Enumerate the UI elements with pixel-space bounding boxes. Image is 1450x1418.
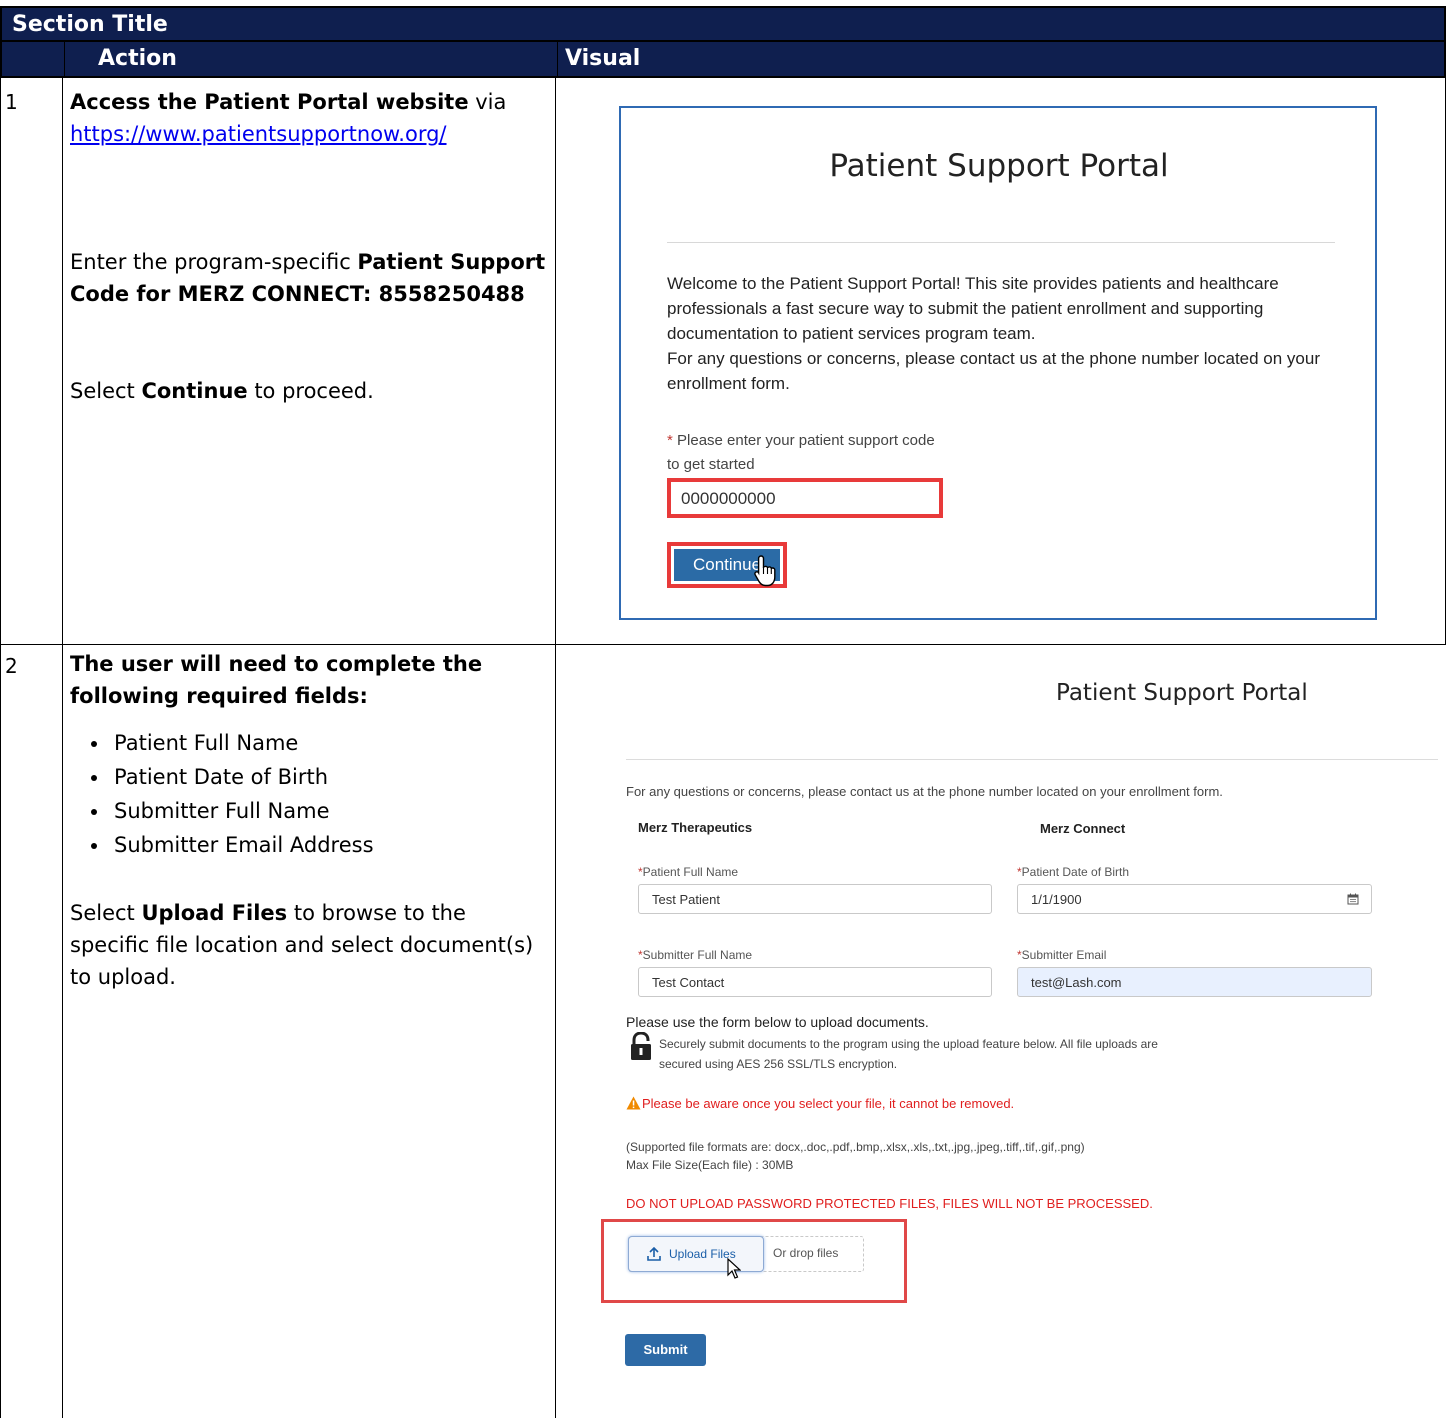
document-page: Section Title Action Visual 1 Access the… (0, 0, 1450, 1418)
column-header-visual: Visual (565, 46, 641, 71)
program-name: Merz Connect (1040, 821, 1126, 836)
access-bold: Access the Patient Portal website (70, 90, 469, 114)
required-fields-bold: The user will need to complete the follo… (70, 652, 483, 708)
field-value: Test Patient (652, 892, 720, 907)
required-fields-list: Patient Full Name Patient Date of Birth … (84, 726, 374, 862)
submitter-name-label: *Submitter Full Name (638, 948, 752, 962)
dob-input[interactable]: 1/1/1900 (1017, 884, 1372, 914)
field-value: test@Lash.com (1031, 975, 1122, 990)
welcome-text: Welcome to the Patient Support Portal! T… (667, 271, 1327, 396)
upload-icon (647, 1247, 661, 1261)
submitter-name-input[interactable]: Test Contact (638, 967, 992, 997)
file-format-info: (Supported file formats are: docx,.doc,.… (626, 1138, 1085, 1174)
patient-name-input[interactable]: Test Patient (638, 884, 992, 914)
portal-title: Patient Support Portal (1056, 680, 1308, 706)
column-header-row: Action Visual (0, 42, 1446, 78)
table-divider-visual (555, 78, 556, 1418)
upload-heading: Please use the form below to upload docu… (626, 1014, 929, 1030)
upload-files-button[interactable]: Upload Files (628, 1236, 764, 1272)
calendar-icon[interactable] (1347, 893, 1359, 905)
header-divider (557, 42, 558, 76)
submit-button[interactable]: Submit (625, 1334, 706, 1366)
security-text: Securely submit documents to the program… (659, 1037, 1158, 1071)
warning-icon (626, 1096, 641, 1110)
divider (626, 759, 1438, 760)
row1-code-text: Enter the program-specific Patient Suppo… (70, 246, 550, 310)
list-item: Patient Full Name (110, 726, 374, 760)
submitter-email-label: *Submitter Email (1017, 948, 1106, 962)
org-name: Merz Therapeutics (638, 820, 753, 835)
dob-label: *Patient Date of Birth (1017, 865, 1129, 879)
hand-cursor-icon (754, 555, 776, 587)
code-label-text: Please enter your patient support code t… (667, 432, 935, 473)
row1-continue-text: Select Continue to proceed. (70, 375, 550, 407)
continue-bold: Continue (141, 379, 248, 403)
upload-button-label: Upload Files (669, 1247, 736, 1261)
list-item: Submitter Full Name (110, 794, 374, 828)
list-item: Patient Date of Birth (110, 760, 374, 794)
submitter-email-input[interactable]: test@Lash.com (1017, 967, 1372, 997)
drop-files-label: Or drop files (773, 1246, 839, 1260)
field-label-text: Patient Date of Birth (1021, 865, 1130, 879)
contact-info: For any questions or concerns, please co… (626, 784, 1223, 799)
section-title-bar: Section Title (0, 6, 1446, 42)
upload-bold: Upload Files (141, 901, 288, 925)
divider (667, 242, 1335, 243)
patient-name-label: *Patient Full Name (638, 865, 738, 879)
header-divider (64, 42, 65, 76)
section-title: Section Title (12, 12, 168, 37)
portal-url-link[interactable]: https://www.patientsupportnow.org/ (70, 122, 447, 146)
table-border-right (1445, 78, 1446, 645)
column-header-action: Action (98, 46, 177, 71)
portal-screenshot-1: Patient Support Portal Welcome to the Pa… (619, 106, 1377, 620)
code-input-highlight (667, 478, 943, 518)
row1-access-text: Access the Patient Portal website via ht… (70, 86, 550, 150)
access-rest: via (468, 90, 507, 114)
password-warning: DO NOT UPLOAD PASSWORD PROTECTED FILES, … (626, 1196, 1153, 1211)
code-label: * Please enter your patient support code… (667, 429, 947, 477)
field-label-text: Submitter Email (1021, 948, 1107, 962)
required-marker: * (667, 432, 678, 449)
warning-message: Please be aware once you select your fil… (626, 1096, 1014, 1111)
field-label-text: Patient Full Name (642, 865, 739, 879)
list-item: Submitter Email Address (110, 828, 374, 862)
welcome-paragraph: Welcome to the Patient Support Portal! T… (667, 274, 1279, 343)
row-divider (0, 644, 1446, 645)
portal-title: Patient Support Portal (829, 148, 1169, 184)
field-value: 1/1/1900 (1031, 892, 1082, 907)
row2-intro-text: The user will need to complete the follo… (70, 648, 530, 712)
select-text: Select (70, 379, 142, 403)
max-file-size: Max File Size(Each file) : 30MB (626, 1158, 794, 1172)
row2-upload-text: Select Upload Files to browse to the spe… (70, 897, 550, 993)
contact-paragraph: For any questions or concerns, please co… (667, 349, 1321, 393)
table-border-left (0, 78, 1, 1418)
select-rest: to proceed. (247, 379, 374, 403)
support-code-input[interactable] (681, 489, 931, 509)
row-number: 2 (5, 654, 18, 678)
warning-text: Please be aware once you select your fil… (642, 1096, 1015, 1111)
arrow-cursor-icon (727, 1258, 741, 1279)
portal-screenshot-2: Patient Support Portal For any questions… (601, 660, 1440, 1366)
field-label-text: Submitter Full Name (642, 948, 753, 962)
select-text: Select (70, 901, 142, 925)
row-number: 1 (5, 90, 18, 114)
field-value: Test Contact (652, 975, 725, 990)
table-divider-number (62, 78, 63, 1418)
lock-icon (631, 1032, 651, 1060)
supported-formats: (Supported file formats are: docx,.doc,.… (626, 1140, 1085, 1154)
enter-text: Enter the program-specific (70, 250, 358, 274)
